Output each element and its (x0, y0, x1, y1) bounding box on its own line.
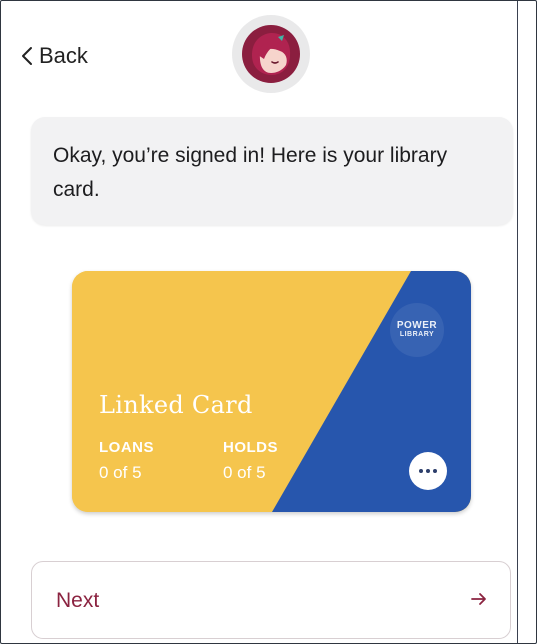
next-button[interactable]: Next (31, 561, 511, 639)
message-bubble: Okay, you’re signed in! Here is your lib… (31, 117, 513, 225)
more-dots-icon (419, 469, 423, 473)
card-title: Linked Card (99, 391, 253, 419)
loans-label: LOANS (99, 439, 154, 456)
loans-value: 0 of 5 (99, 463, 142, 482)
next-label: Next (56, 589, 100, 612)
back-button[interactable]: Back (21, 41, 88, 71)
power-library-logo: POWER LIBRARY (390, 303, 444, 357)
app-window: Back Okay, you’re signed in! Here is you… (0, 0, 537, 644)
arrow-right-icon (471, 593, 486, 605)
avatar (232, 15, 310, 93)
libby-avatar-icon (242, 25, 300, 83)
message-text: Okay, you’re signed in! Here is your lib… (53, 144, 448, 201)
holds-value: 0 of 5 (223, 463, 266, 482)
holds-label: HOLDS (223, 439, 278, 456)
window-edge (517, 1, 518, 643)
library-card: POWER LIBRARY Linked Card LOANS 0 of 5 H… (72, 271, 471, 512)
card-more-button[interactable] (409, 452, 447, 490)
back-label: Back (39, 43, 88, 68)
chevron-left-icon (22, 47, 32, 65)
